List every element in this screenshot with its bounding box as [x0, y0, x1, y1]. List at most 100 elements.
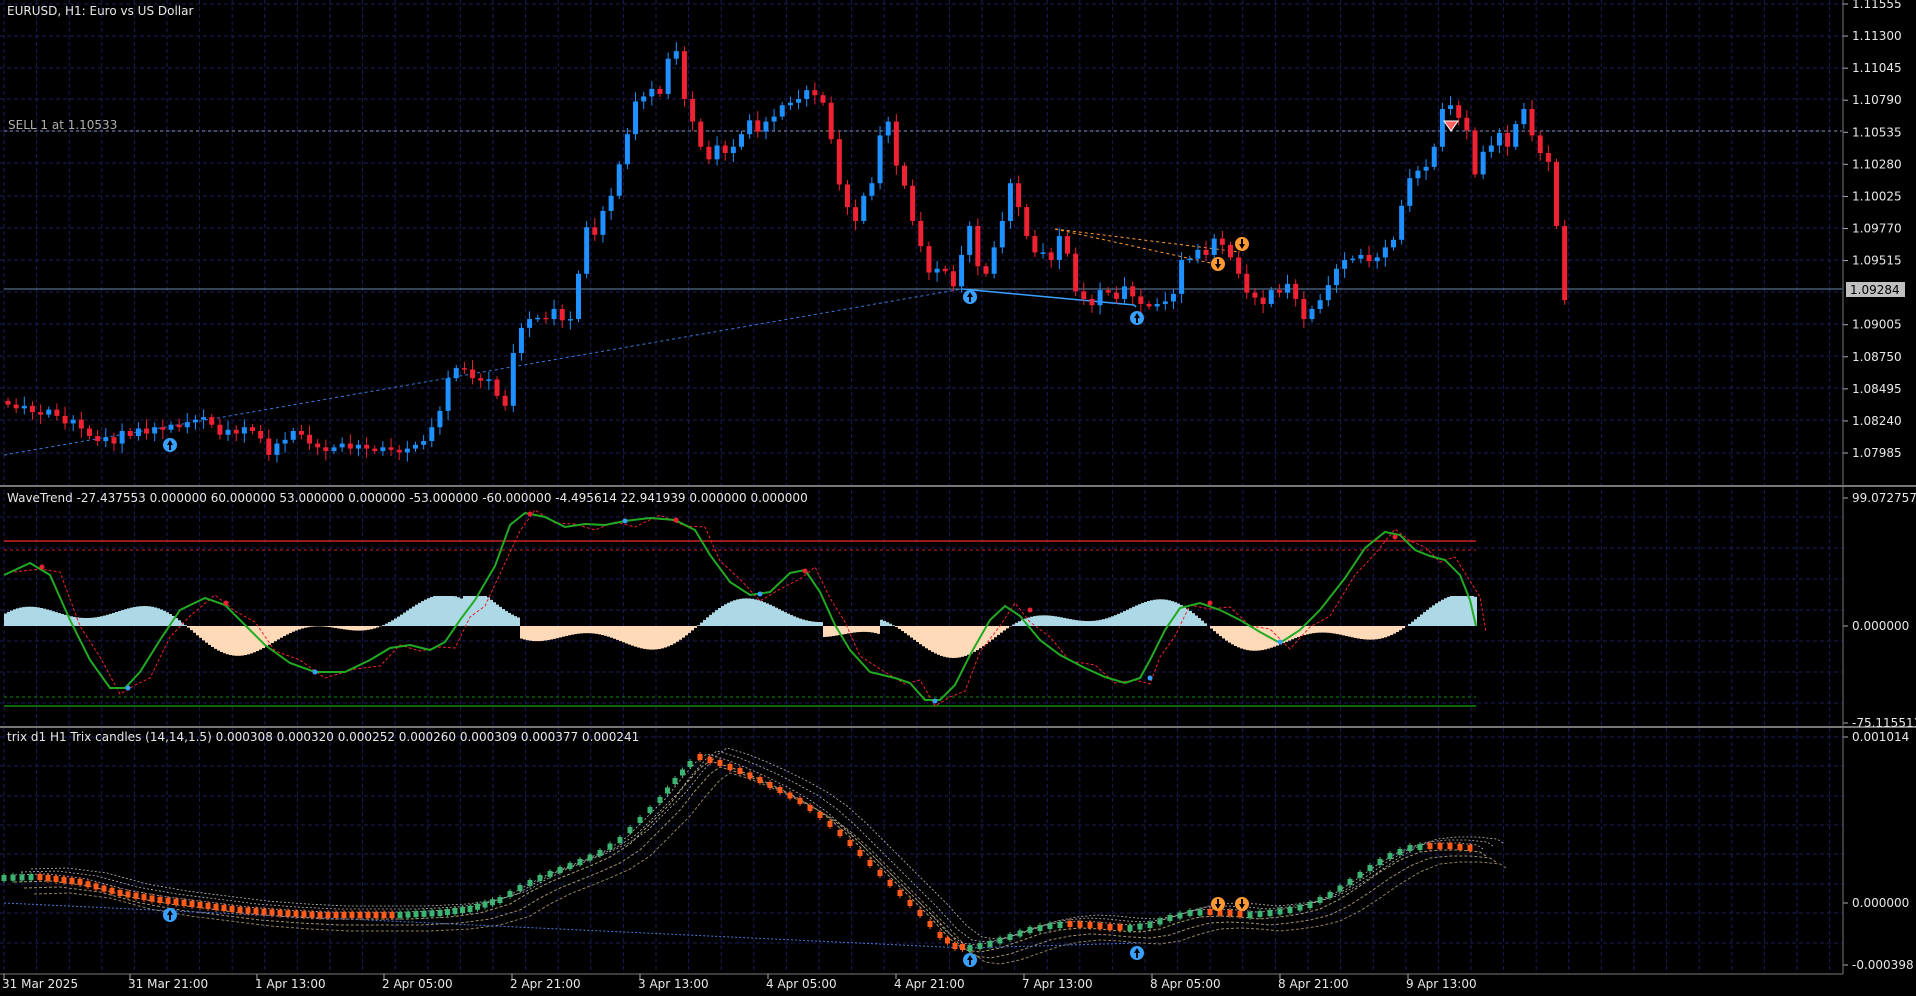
bear-candle[interactable] [307, 434, 313, 444]
bull-candle[interactable] [1170, 293, 1176, 302]
bear-candle[interactable] [54, 409, 60, 416]
bull-candle[interactable] [274, 443, 280, 455]
bear-candle[interactable] [820, 95, 826, 103]
bear-candle[interactable] [494, 379, 500, 396]
bull-candle[interactable] [429, 427, 435, 442]
bear-candle[interactable] [592, 227, 598, 235]
bull-candle[interactable] [633, 101, 639, 135]
bear-candle[interactable] [298, 430, 304, 435]
bull-candle[interactable] [787, 102, 793, 106]
bull-candle[interactable] [413, 444, 418, 449]
bull-candle[interactable] [608, 195, 614, 211]
bear-candle[interactable] [1366, 254, 1372, 262]
bull-candle[interactable] [21, 405, 27, 409]
bear-candle[interactable] [315, 443, 321, 448]
bull-candle[interactable] [991, 247, 997, 274]
bear-candle[interactable] [1113, 292, 1119, 299]
bear-candle[interactable] [755, 120, 761, 132]
bull-candle[interactable] [421, 441, 427, 445]
bull-candle[interactable] [518, 327, 524, 354]
bear-candle[interactable] [853, 207, 859, 221]
bear-candle[interactable] [29, 405, 35, 413]
bull-candle[interactable] [404, 448, 410, 453]
bull-candle[interactable] [1268, 290, 1274, 304]
bear-candle[interactable] [364, 444, 370, 449]
bear-candle[interactable] [1554, 161, 1559, 226]
bear-candle[interactable] [347, 443, 353, 449]
bull-candle[interactable] [763, 121, 769, 132]
bull-candle[interactable] [1122, 286, 1128, 299]
bull-candle[interactable] [771, 116, 777, 122]
bull-candle[interactable] [1407, 178, 1413, 206]
bear-candle[interactable] [176, 424, 182, 428]
bear-candle[interactable] [62, 415, 68, 424]
bear-candle[interactable] [87, 428, 92, 437]
bear-candle[interactable] [1089, 298, 1095, 306]
bull-candle[interactable] [934, 268, 940, 273]
bull-candle[interactable] [1154, 303, 1160, 307]
bull-candle[interactable] [70, 419, 76, 424]
bear-candle[interactable] [38, 412, 44, 415]
bear-candle[interactable] [250, 427, 255, 431]
bear-candle[interactable] [217, 424, 223, 435]
bull-candle[interactable] [739, 134, 744, 147]
bull-candle[interactable] [1448, 105, 1454, 110]
bear-candle[interactable] [706, 146, 712, 160]
bull-candle[interactable] [445, 378, 451, 411]
bull-candle[interactable] [999, 220, 1005, 248]
bear-candle[interactable] [1130, 286, 1136, 297]
bull-candle[interactable] [730, 146, 736, 154]
bull-candle[interactable] [1439, 109, 1445, 147]
bear-candle[interactable] [698, 121, 704, 147]
bear-candle[interactable] [812, 90, 818, 96]
bull-candle[interactable] [1333, 268, 1339, 286]
bull-candle[interactable] [1374, 257, 1380, 262]
bear-candle[interactable] [1252, 292, 1258, 298]
bull-candle[interactable] [673, 51, 679, 59]
bull-candle[interactable] [1480, 151, 1486, 175]
bull-candle[interactable] [510, 353, 516, 406]
bull-candle[interactable] [967, 225, 973, 255]
bull-candle[interactable] [1162, 301, 1168, 304]
bear-candle[interactable] [926, 246, 932, 273]
bull-candle[interactable] [1195, 249, 1201, 259]
bull-candle[interactable] [804, 90, 810, 99]
bear-candle[interactable] [396, 449, 402, 453]
bear-candle[interactable] [690, 98, 696, 122]
bull-candle[interactable] [861, 195, 867, 221]
bull-candle[interactable] [600, 210, 606, 235]
bear-candle[interactable] [323, 447, 329, 452]
bull-candle[interactable] [1325, 285, 1331, 301]
bear-candle[interactable] [1219, 238, 1225, 245]
bull-candle[interactable] [119, 430, 125, 444]
bull-candle[interactable] [796, 98, 802, 103]
bear-candle[interactable] [78, 419, 84, 429]
bull-candle[interactable] [1399, 205, 1405, 240]
bull-candle[interactable] [1358, 254, 1364, 259]
bull-candle[interactable] [877, 135, 883, 184]
bear-candle[interactable] [722, 145, 728, 154]
bull-candle[interactable] [192, 419, 198, 423]
bull-candle[interactable] [527, 319, 533, 328]
bull-candle[interactable] [1382, 247, 1388, 258]
bull-candle[interactable] [869, 183, 875, 196]
bull-candle[interactable] [282, 439, 288, 444]
bull-candle[interactable] [135, 428, 141, 437]
bear-candle[interactable] [478, 378, 484, 381]
bear-candle[interactable] [160, 427, 166, 430]
bear-candle[interactable] [258, 430, 264, 439]
bull-candle[interactable] [665, 58, 671, 94]
bear-candle[interactable] [1244, 273, 1250, 293]
bear-candle[interactable] [1073, 253, 1079, 292]
bull-candle[interactable] [1097, 290, 1103, 306]
bear-candle[interactable] [902, 165, 907, 186]
bear-candle[interactable] [1456, 105, 1462, 118]
bull-candle[interactable] [616, 164, 622, 196]
bull-candle[interactable] [380, 447, 386, 452]
bull-candle[interactable] [437, 410, 443, 428]
bear-candle[interactable] [559, 308, 565, 321]
bull-candle[interactable] [184, 422, 190, 428]
bear-candle[interactable] [1545, 153, 1551, 162]
bear-candle[interactable] [1024, 207, 1030, 237]
bull-candle[interactable] [1187, 258, 1193, 261]
